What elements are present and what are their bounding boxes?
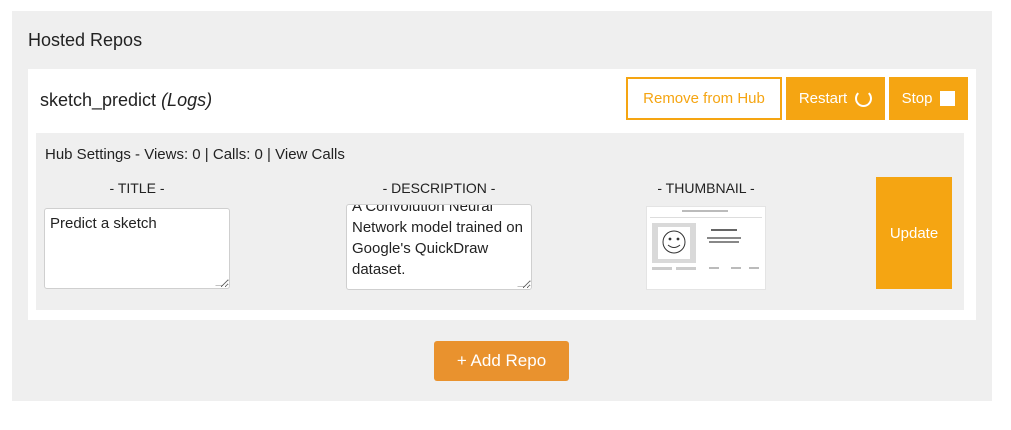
restart-label: Restart: [798, 90, 848, 107]
views-count: 0: [192, 146, 201, 163]
stop-label: Stop: [901, 90, 933, 107]
calls-count: 0: [254, 146, 263, 163]
description-textarea[interactable]: A Convolution Neural Network model train…: [346, 204, 532, 290]
repo-name-row: sketch_predict (Logs): [40, 90, 212, 111]
hub-settings-prefix: Hub Settings - Views:: [45, 146, 193, 163]
title-text: Predict a sketch: [50, 215, 157, 232]
repo-card: sketch_predict (Logs) Remove from Hub Res…: [28, 69, 976, 320]
refresh-icon: [855, 90, 873, 107]
title-textarea[interactable]: Predict a sketch: [44, 208, 230, 289]
resize-grip-icon[interactable]: [517, 279, 531, 287]
thumbnail-image[interactable]: [646, 206, 766, 290]
thumbnail-preview-icon: [647, 207, 765, 289]
hub-settings-summary: Hub Settings - Views: 0 | Calls: 0 | Vie…: [45, 146, 345, 163]
remove-from-hub-label: Remove from Hub: [643, 90, 765, 107]
section-title: Hosted Repos: [28, 30, 143, 50]
remove-from-hub-button[interactable]: Remove from Hub: [626, 77, 782, 120]
description-text: A Convolution Neural Network model train…: [352, 204, 523, 278]
hub-settings-box: Hub Settings - Views: 0 | Calls: 0 | Vie…: [36, 133, 964, 310]
update-button[interactable]: Update: [876, 177, 952, 289]
restart-button[interactable]: Restart: [786, 77, 885, 120]
add-repo-label: + Add Repo: [456, 351, 547, 370]
stop-square-icon: [940, 91, 956, 106]
update-label: Update: [889, 224, 939, 242]
logs-link[interactable]: (Logs): [161, 90, 212, 110]
description-column-label: - DESCRIPTION -: [382, 180, 496, 196]
repo-name: sketch_predict: [40, 90, 157, 110]
stop-button[interactable]: Stop: [889, 77, 968, 120]
resize-grip-icon[interactable]: [215, 278, 229, 286]
add-repo-button[interactable]: + Add Repo: [434, 341, 569, 381]
title-column-label: - TITLE -: [109, 180, 165, 196]
separator: |: [262, 146, 276, 163]
view-calls-link[interactable]: View Calls: [275, 146, 345, 163]
hosted-repos-panel: Hosted Repos sketch_predict (Logs) Remove…: [12, 11, 992, 401]
calls-prefix: | Calls:: [200, 146, 255, 163]
thumbnail-column-label: - THUMBNAIL -: [657, 180, 755, 196]
